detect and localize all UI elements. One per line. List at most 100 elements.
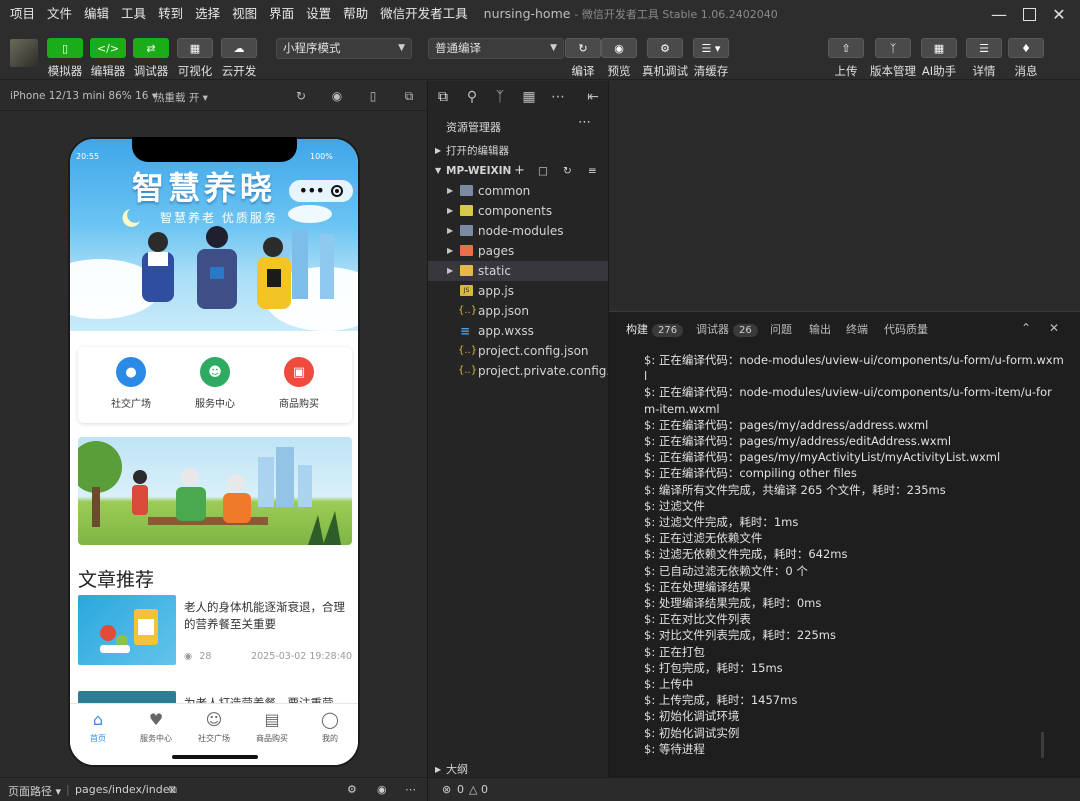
folder-static[interactable]: ▶ static	[428, 261, 608, 281]
details-button[interactable]: ☰	[966, 38, 1002, 58]
popout-icon[interactable]: ⧉	[402, 89, 416, 103]
clear-cache-button[interactable]: ☰ ▾	[693, 38, 729, 58]
more-icon[interactable]: ⋯	[578, 115, 591, 130]
device-debug-button[interactable]: ⚙	[647, 38, 683, 58]
files-icon[interactable]: ⧉	[434, 88, 452, 106]
hero-banner: 20:55 100% 智慧养晓 智慧养老 优质服务 •••	[70, 139, 358, 331]
window-title: nursing-home - 微信开发者工具 Stable 1.06.240204…	[484, 6, 778, 22]
menu-item-settings[interactable]: 设置	[300, 0, 337, 28]
more-icon[interactable]: •••	[299, 183, 325, 199]
open-editors-section[interactable]: ▶ 打开的编辑器	[428, 141, 608, 161]
refresh-icon[interactable]: ↻	[563, 161, 572, 181]
device-select[interactable]: iPhone 12/13 mini 86% 16 ▾	[10, 90, 157, 102]
tab-service-center[interactable]: ♥ 服务中心	[128, 710, 184, 744]
preview-button[interactable]: ◉	[601, 38, 637, 58]
service-social[interactable]: ● 社交广场	[96, 357, 166, 410]
service-center[interactable]: ☻ 服务中心	[180, 357, 250, 410]
new-file-icon[interactable]: +	[514, 161, 525, 181]
scrollbar[interactable]	[1041, 732, 1044, 758]
tab-debugger[interactable]: 调试器 26	[696, 321, 758, 337]
file-app-wxss[interactable]: ≡ app.wxss	[428, 321, 608, 341]
file-app-json[interactable]: {..} app.json	[428, 301, 608, 321]
article-card[interactable]: 老人的身体机能逐渐衰退，合理的营养餐至关重要 ◉ 28 2025-03-02 1…	[78, 595, 352, 671]
bug-icon[interactable]: ⚙	[347, 783, 357, 796]
close-target-icon[interactable]	[331, 185, 344, 197]
eye-icon[interactable]: ◉	[377, 783, 387, 796]
cloud-button[interactable]: ☁	[221, 38, 257, 58]
compile-select[interactable]: 普通编译 ▼	[428, 38, 564, 59]
tab-output[interactable]: 输出	[809, 321, 831, 337]
folder-node-modules[interactable]: ▶ node-modules	[428, 221, 608, 241]
mode-select[interactable]: 小程序模式 ▼	[276, 38, 412, 59]
tab-shop[interactable]: ▤ 商品购买	[244, 710, 300, 744]
folder-pages[interactable]: ▶ pages	[428, 241, 608, 261]
error-count[interactable]: 0	[457, 783, 464, 796]
menu-icon: ☰	[979, 41, 989, 55]
menu-item-select[interactable]: 选择	[189, 0, 226, 28]
version-button[interactable]: ᛉ	[875, 38, 911, 58]
compile-button[interactable]: ↻	[565, 38, 601, 58]
article-thumbnail	[78, 595, 176, 665]
tab-social[interactable]: ☺ 社交广场	[186, 710, 242, 744]
page-path-select[interactable]: 页面路径 ▾	[8, 783, 61, 799]
close-icon[interactable]: ✕	[1044, 0, 1074, 28]
debugger-button[interactable]: ⇄	[133, 38, 169, 58]
file-project-config[interactable]: {..} project.config.json	[428, 341, 608, 361]
tab-mine[interactable]: ◯ 我的	[302, 710, 358, 744]
more-icon[interactable]: ⋯	[549, 88, 567, 106]
folder-name: node-modules	[478, 224, 564, 238]
service-label: 社交广场	[111, 399, 151, 410]
editor-button[interactable]: </>	[90, 38, 126, 58]
banner-illustration	[78, 441, 341, 545]
menu-item-help[interactable]: 帮助	[337, 0, 374, 28]
tab-home[interactable]: ⌂ 首页	[70, 710, 126, 744]
copy-icon[interactable]: ⧉	[169, 783, 177, 797]
tab-terminal[interactable]: 终端	[846, 321, 868, 337]
collapse-all-icon[interactable]: ≡	[588, 161, 597, 181]
folder-common[interactable]: ▶ common	[428, 181, 608, 201]
elderly-care-banner[interactable]	[78, 437, 352, 545]
tab-build[interactable]: 构建 276	[626, 321, 684, 337]
new-folder-icon[interactable]: □	[538, 161, 548, 181]
more-icon[interactable]: ⋯	[405, 783, 416, 796]
collapse-panel-icon[interactable]: ⇤	[584, 88, 602, 106]
service-shop[interactable]: ▣ 商品购买	[264, 357, 334, 410]
rotate-icon[interactable]: ↻	[294, 89, 308, 103]
file-app-js[interactable]: JS app.js	[428, 281, 608, 301]
hot-reload-select[interactable]: 热重载 开 ▾	[154, 90, 208, 105]
upload-button[interactable]: ⇧	[828, 38, 864, 58]
chevron-up-icon[interactable]: ⌃	[1021, 321, 1031, 335]
search-icon[interactable]: ⚲	[463, 88, 481, 106]
minimize-icon[interactable]: —	[984, 0, 1014, 28]
menu-item-edit[interactable]: 编辑	[78, 0, 115, 28]
menu-item-wechat-devtools[interactable]: 微信开发者工具	[374, 0, 474, 28]
menu-item-interface[interactable]: 界面	[263, 0, 300, 28]
menu-item-project[interactable]: 项目	[0, 0, 41, 28]
mini-program-capsule[interactable]: •••	[289, 180, 353, 202]
editor-label: 编辑器	[90, 64, 126, 78]
branch-icon: ᛉ	[889, 41, 897, 55]
phone-icon[interactable]: ▯	[366, 89, 380, 103]
menu-item-file[interactable]: 文件	[41, 0, 78, 28]
ai-assistant-button[interactable]: ▦	[921, 38, 957, 58]
project-root-section[interactable]: ▼ MP-WEIXIN + □ ↻ ≡	[428, 161, 608, 181]
source-control-icon[interactable]: ᛉ	[491, 88, 509, 106]
maximize-icon[interactable]	[1014, 0, 1044, 28]
editor-area[interactable]	[609, 81, 1080, 311]
tab-badge: 26	[733, 324, 758, 337]
avatar[interactable]	[10, 39, 38, 67]
menu-item-view[interactable]: 视图	[226, 0, 263, 28]
extensions-icon[interactable]: ▦	[520, 88, 538, 106]
tab-code-quality[interactable]: 代码质量	[884, 321, 928, 337]
close-icon[interactable]: ✕	[1049, 321, 1059, 335]
menu-item-tools[interactable]: 工具	[115, 0, 152, 28]
folder-components[interactable]: ▶ components	[428, 201, 608, 221]
file-project-private-config[interactable]: {..} project.private.config.js...	[428, 361, 608, 381]
visual-button[interactable]: ▦	[177, 38, 213, 58]
warning-count[interactable]: 0	[481, 783, 488, 796]
tab-problems[interactable]: 问题	[770, 321, 792, 337]
simulator-button[interactable]: ▯	[47, 38, 83, 58]
record-icon[interactable]: ◉	[330, 89, 344, 103]
messages-button[interactable]: ♦	[1008, 38, 1044, 58]
menu-item-goto[interactable]: 转到	[152, 0, 189, 28]
